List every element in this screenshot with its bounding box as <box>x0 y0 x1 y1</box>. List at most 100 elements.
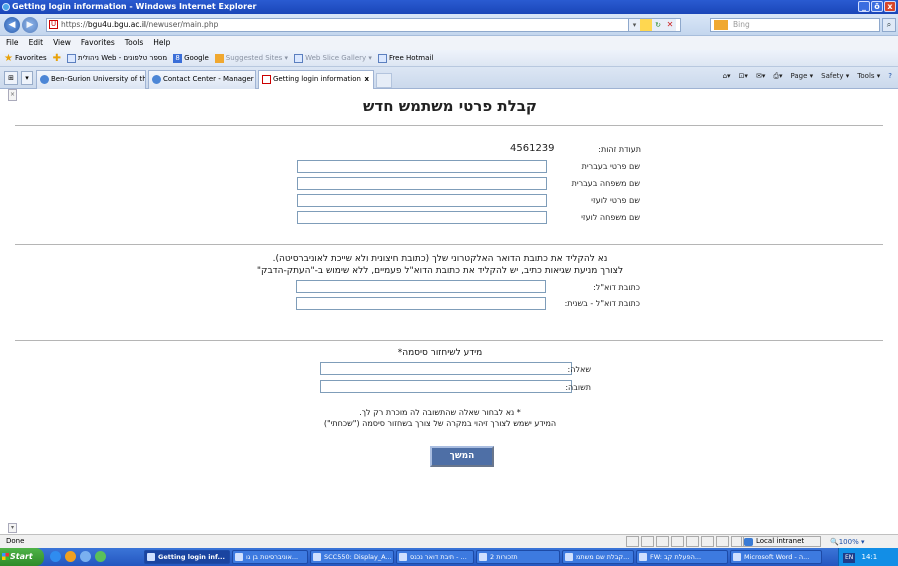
suggested-sites-icon <box>214 53 224 63</box>
lock-icon[interactable] <box>640 19 652 31</box>
favorite-link-phones[interactable]: ניהולית Web - מספר טלפונים <box>66 53 168 63</box>
security-question-input[interactable] <box>320 362 572 375</box>
favorite-label: Google <box>184 54 209 62</box>
first-name-english-input[interactable] <box>297 194 547 207</box>
favorite-link-hotmail[interactable]: Free Hotmail <box>377 53 434 63</box>
tab-getting-login[interactable]: Getting login information x <box>258 70 374 89</box>
favorite-label: ניהולית Web - מספר טלפונים <box>77 54 168 62</box>
status-cell <box>686 536 699 547</box>
quick-launch-icon[interactable] <box>50 551 61 562</box>
taskbar-item[interactable]: SCC550: Display_A... <box>310 550 394 564</box>
close-tab-icon[interactable]: x <box>364 71 369 88</box>
add-favorite-button[interactable]: ✚ <box>53 53 61 64</box>
tab-label: Contact Center - Manager - ... <box>163 75 255 83</box>
window-controls: _ ō x <box>858 1 896 12</box>
email-instruction: נא להקליד את כתובת הדואר האלקטרוני שלך (… <box>272 254 608 264</box>
forward-button[interactable]: ▶ <box>22 17 38 33</box>
url-path: /newuser/main.php <box>146 20 219 29</box>
scroll-down-icon[interactable]: ▾ <box>8 523 17 533</box>
tab-label: Ben-Gurion University of the... <box>51 75 145 83</box>
menu-tools[interactable]: Tools <box>125 36 143 50</box>
question-label: שאלה: <box>567 365 591 374</box>
quick-launch-icon[interactable] <box>65 551 76 562</box>
address-input[interactable]: U https://bgu4u.bgu.ac.il/newuser/main.p… <box>46 18 681 32</box>
favorites-bar: ★ Favorites ✚ ניהולית Web - מספר טלפונים… <box>0 50 898 67</box>
menu-help[interactable]: Help <box>153 36 170 50</box>
last-name-english-label: שם משפחה לועזי <box>581 213 640 222</box>
address-actions: ▾ ↻ ✕ <box>628 19 680 31</box>
stop-icon[interactable]: ✕ <box>664 19 676 31</box>
email-confirm-input[interactable] <box>296 297 546 310</box>
page-menu[interactable]: Page ▾ <box>790 72 813 81</box>
footnote: * נא לבחור שאלה שהתשובה לה מוכרת רק לך. <box>359 408 521 417</box>
favorite-link-google[interactable]: 8 Google <box>173 53 209 63</box>
window-title: Getting login information - Windows Inte… <box>12 2 257 11</box>
email-label: כתובת דוא"ל: <box>593 283 640 292</box>
safety-menu[interactable]: Safety ▾ <box>821 72 849 81</box>
last-name-hebrew-input[interactable] <box>297 177 547 190</box>
status-text: Done <box>6 537 25 545</box>
maximize-button[interactable]: ō <box>871 1 883 12</box>
favorite-link-webslice[interactable]: Web Slice Gallery ▾ <box>294 53 372 63</box>
minimize-button[interactable]: _ <box>858 1 870 12</box>
security-zone[interactable]: Local intranet <box>741 536 821 547</box>
taskbar-item[interactable]: תיבת דואר נכנס - ... <box>396 550 474 564</box>
divider <box>15 125 883 126</box>
favorite-link-suggested[interactable]: Suggested Sites ▾ <box>214 53 288 63</box>
menu-edit[interactable]: Edit <box>29 36 44 50</box>
search-input[interactable]: Bing <box>710 18 880 32</box>
taskbar-item[interactable]: קבלת שם משתמ... <box>562 550 634 564</box>
quick-tabs-icon[interactable]: ⊞ <box>4 71 18 85</box>
last-name-english-input[interactable] <box>297 211 547 224</box>
tab-ben-gurion[interactable]: Ben-Gurion University of the... <box>36 70 146 89</box>
favorite-label: Web Slice Gallery ▾ <box>305 54 372 62</box>
refresh-icon[interactable]: ↻ <box>652 19 664 31</box>
menu-favorites[interactable]: Favorites <box>81 36 115 50</box>
scroll-up-icon[interactable]: × <box>8 89 17 101</box>
url-host: bgu4u.bgu.ac.il <box>87 20 147 29</box>
menu-view[interactable]: View <box>53 36 71 50</box>
home-icon[interactable]: ⌂▾ <box>723 72 731 81</box>
tools-menu[interactable]: Tools ▾ <box>857 72 880 81</box>
print-icon[interactable]: ⎙▾ <box>773 72 782 81</box>
help-icon[interactable]: ? <box>888 72 892 81</box>
search-icon[interactable]: ⌕ <box>882 18 896 32</box>
taskbar-item[interactable]: FW: הפעלת קב... <box>636 550 728 564</box>
language-indicator[interactable]: EN <box>843 553 856 563</box>
status-cell <box>641 536 654 547</box>
divider <box>15 244 883 245</box>
page-icon <box>294 53 304 63</box>
tab-list-dropdown[interactable]: ▾ <box>21 71 33 85</box>
first-name-hebrew-label: שם פרטי בעברית <box>581 162 640 171</box>
window-titlebar: Getting login information - Windows Inte… <box>0 0 898 14</box>
favorite-label: Free Hotmail <box>388 54 434 62</box>
dropdown-icon[interactable]: ▾ <box>628 19 640 31</box>
quick-launch-icon[interactable] <box>95 551 106 562</box>
mail-icon[interactable]: ✉▾ <box>756 72 765 81</box>
status-cell <box>626 536 639 547</box>
divider <box>15 340 883 341</box>
id-value: 4561239 <box>510 143 555 154</box>
site-favicon-icon: U <box>49 20 58 29</box>
taskbar-item[interactable]: אוניברסיטת בן גו... <box>232 550 308 564</box>
continue-button[interactable]: המשך <box>430 446 494 467</box>
new-tab-button[interactable] <box>376 73 392 88</box>
tab-contact-center[interactable]: Contact Center - Manager - ... <box>148 70 256 89</box>
start-button[interactable]: Start <box>0 548 44 566</box>
taskbar-item[interactable]: 2 תזכורות <box>476 550 560 564</box>
email-input[interactable] <box>296 280 546 293</box>
first-name-hebrew-input[interactable] <box>297 160 547 173</box>
back-button[interactable]: ◀ <box>4 17 20 33</box>
taskbar-item[interactable]: Getting login inf... <box>144 550 230 564</box>
taskbar-item[interactable]: Microsoft Word - ה... <box>730 550 822 564</box>
feeds-icon[interactable]: ⊡▾ <box>739 72 748 81</box>
email-confirm-label: כתובת דוא"ל - בשנית: <box>564 299 640 308</box>
close-button[interactable]: x <box>884 1 896 12</box>
recovery-title: מידע לשיחזור סיסמה* <box>397 348 483 358</box>
site-favicon-icon <box>262 75 271 84</box>
favorites-button[interactable]: ★ Favorites <box>4 53 47 64</box>
security-answer-input[interactable] <box>320 380 572 393</box>
quick-launch-icon[interactable] <box>80 551 91 562</box>
page-icon <box>377 53 387 63</box>
menu-file[interactable]: File <box>6 36 19 50</box>
